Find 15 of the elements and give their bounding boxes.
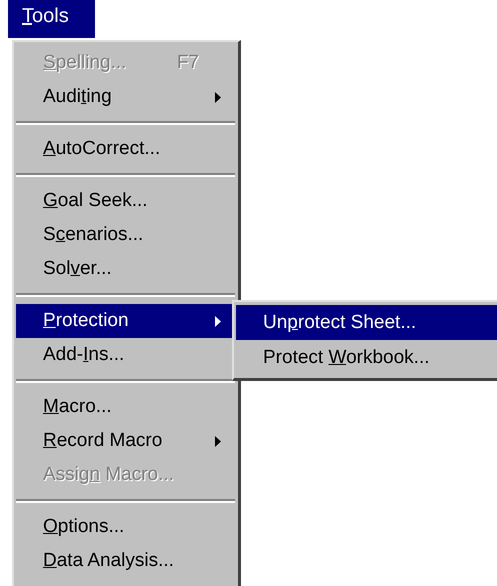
menu-item[interactable]: Options... [16,510,235,544]
menu-item[interactable]: Macro... [16,390,235,424]
menu-item[interactable]: Add-Ins... [16,338,235,372]
menu-title[interactable]: Tools [8,0,95,38]
menu-item[interactable]: Protection [16,304,235,338]
submenu-item[interactable]: Unprotect Sheet... [236,305,497,340]
menu-item[interactable]: Data Analysis... [16,544,235,578]
menu-item[interactable]: AutoCorrect... [16,132,235,166]
menu-item[interactable]: Solver... [16,252,235,286]
menu-item[interactable]: Scenarios... [16,218,235,252]
menu-item[interactable]: Goal Seek... [16,184,235,218]
menu-item[interactable]: Record Macro [16,424,235,458]
menu-item[interactable]: Auditing [16,80,235,114]
submenu-item[interactable]: Protect Workbook... [236,340,497,375]
shortcut-label: F7 [176,52,199,74]
